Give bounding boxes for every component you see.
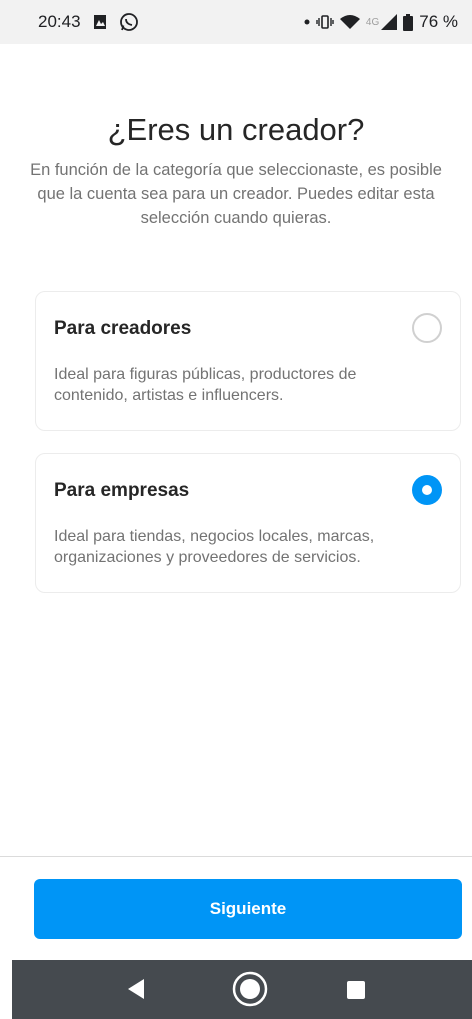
- page-subtitle: En función de la categoría que seleccion…: [30, 161, 442, 227]
- system-nav-bar: [12, 960, 472, 1019]
- gallery-icon: [93, 14, 107, 30]
- battery-percent: 76 %: [419, 12, 458, 31]
- signal-icon: [381, 14, 398, 30]
- dot-icon: [304, 19, 310, 25]
- option-description-creators: Ideal para figuras públicas, productores…: [54, 366, 357, 404]
- network-type: 4G: [365, 16, 380, 28]
- next-button[interactable]: Siguiente: [34, 879, 462, 939]
- option-description-business: Ideal para tiendas, negocios locales, ma…: [54, 528, 375, 566]
- recents-icon[interactable]: [346, 980, 366, 1000]
- page-title: ¿Eres un creador?: [107, 112, 365, 147]
- status-bar: 20:43 4G 76 %: [0, 0, 472, 44]
- home-icon[interactable]: [231, 970, 269, 1008]
- vibrate-icon: [316, 15, 334, 29]
- footer-divider: [0, 856, 472, 857]
- radio-business[interactable]: [412, 475, 442, 505]
- option-card-creators[interactable]: Para creadores Ideal para figuras públic…: [35, 291, 461, 431]
- status-time: 20:43: [38, 12, 81, 31]
- battery-icon: [403, 13, 414, 31]
- back-icon[interactable]: [126, 978, 146, 1000]
- whatsapp-icon: [119, 12, 139, 32]
- option-title-business: Para empresas: [54, 480, 190, 501]
- option-title-creators: Para creadores: [54, 318, 192, 339]
- radio-creators[interactable]: [412, 313, 442, 343]
- option-card-business[interactable]: Para empresas Ideal para tiendas, negoci…: [35, 453, 461, 593]
- wifi-icon: [339, 14, 360, 30]
